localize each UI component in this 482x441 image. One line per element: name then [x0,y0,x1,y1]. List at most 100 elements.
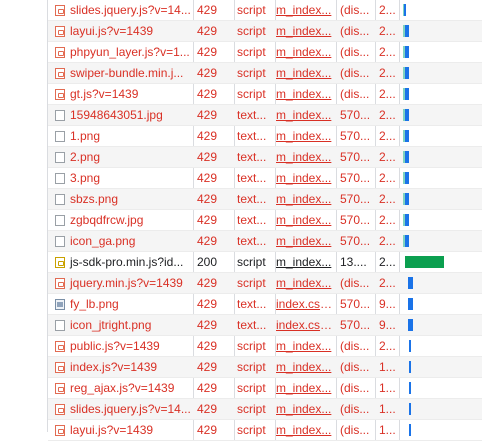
waterfall-bar-blue [409,361,411,373]
request-type: script [237,24,266,38]
request-name[interactable]: phpyun_layer.js?v=1... [48,42,193,62]
waterfall-bar-blue [408,319,413,331]
request-initiator-link[interactable]: m_index... [276,147,336,167]
request-row[interactable]: icon_ga.png 429 text... m_index... 570... 2..… [48,231,482,252]
request-name[interactable]: layui.js?v=1439 [48,21,193,41]
request-name[interactable]: 3.png [48,168,193,188]
request-row[interactable]: gt.js?v=1439 429 script m_index... (dis... 2.… [48,84,482,105]
request-row[interactable]: fy_lb.png 429 text... index.css... 570... 9..… [48,294,482,315]
request-initiator-link[interactable]: m_index... [276,84,336,104]
request-initiator-link[interactable]: m_index... [276,420,336,440]
request-name[interactable]: public.js?v=1439 [48,336,193,356]
request-status: 429 [197,423,218,437]
request-type: text... [237,192,267,206]
request-initiator-link[interactable]: index.css... [276,315,336,335]
request-waterfall [400,378,482,398]
request-waterfall [400,168,482,188]
request-initiator-link[interactable]: m_index... [276,126,336,146]
request-name[interactable]: icon_ga.png [48,231,193,251]
request-initiator-link[interactable]: m_index... [276,399,336,419]
network-request-table: slides.jquery.js?v=14... 429 script m_index… [48,0,482,441]
request-row[interactable]: sbzs.png 429 text... m_index... 570... 2... [48,189,482,210]
request-waterfall [400,399,482,419]
request-initiator-link[interactable]: m_index... [276,231,336,251]
request-name[interactable]: index.js?v=1439 [48,357,193,377]
request-row[interactable]: 1.png 429 text... m_index... 570... 2... [48,126,482,147]
request-name[interactable]: gt.js?v=1439 [48,84,193,104]
request-status: 429 [197,108,218,122]
request-waterfall [400,147,482,167]
request-name[interactable]: 15948643051.jpg [48,105,193,125]
request-row[interactable]: index.js?v=1439 429 script m_index... (dis..… [48,357,482,378]
request-time: 9... [379,297,396,311]
request-waterfall [400,126,482,146]
request-name[interactable]: 1.png [48,126,193,146]
request-initiator-link[interactable]: m_index... [276,168,336,188]
request-name[interactable]: zgbqdfrcw.jpg [48,210,193,230]
request-size: 570... [340,234,371,248]
waterfall-bar-blue [409,340,411,352]
request-name[interactable]: jquery.min.js?v=1439 [48,273,193,293]
request-row[interactable]: 3.png 429 text... m_index... 570... 2... [48,168,482,189]
request-row[interactable]: public.js?v=1439 429 script m_index... (dis.… [48,336,482,357]
request-type: script [237,423,266,437]
request-status: 429 [197,192,218,206]
request-initiator-link[interactable]: m_index... [276,42,336,62]
request-status: 429 [197,297,218,311]
request-row[interactable]: icon_jtright.png 429 text... index.css... 57… [48,315,482,336]
waterfall-bar-green [405,256,444,268]
request-time: 2... [379,276,396,290]
request-row[interactable]: 15948643051.jpg 429 text... m_index... 570..… [48,105,482,126]
request-name[interactable]: js-sdk-pro.min.js?id... [48,252,193,272]
request-type: text... [237,171,267,185]
waterfall-bar-blue [409,424,411,436]
request-row[interactable]: slides.jquery.js?v=14... 429 script m_index… [48,0,482,21]
request-size: 570... [340,108,371,122]
request-name[interactable]: layui.js?v=1439 [48,420,193,440]
request-size: 570... [340,129,371,143]
request-row[interactable]: zgbqdfrcw.jpg 429 text... m_index... 570... 2… [48,210,482,231]
request-initiator-link[interactable]: m_index... [276,105,336,125]
request-initiator-link[interactable]: m_index... [276,336,336,356]
request-row[interactable]: layui.js?v=1439 429 script m_index... (dis..… [48,420,482,441]
request-initiator-link[interactable]: index.css... [276,294,336,314]
waterfall-bar-blue [409,403,411,415]
request-initiator-link[interactable]: m_index... [276,21,336,41]
request-name[interactable]: swiper-bundle.min.j... [48,63,193,83]
request-size: (dis... [340,381,370,395]
request-status: 429 [197,3,218,17]
request-row[interactable]: slides.jquery.js?v=14... 429 script m_index… [48,399,482,420]
request-initiator-link[interactable]: m_index... [276,63,336,83]
request-row[interactable]: swiper-bundle.min.j... 429 script m_index..… [48,63,482,84]
request-name[interactable]: slides.jquery.js?v=14... [48,0,193,20]
request-size: 570... [340,192,371,206]
request-row[interactable]: js-sdk-pro.min.js?id... 200 script m_index.… [48,252,482,273]
request-row[interactable]: layui.js?v=1439 429 script m_index... (dis..… [48,21,482,42]
request-row[interactable]: jquery.min.js?v=1439 429 script m_index... (… [48,273,482,294]
request-name[interactable]: sbzs.png [48,189,193,209]
request-row[interactable]: reg_ajax.js?v=1439 429 script m_index... (di… [48,378,482,399]
request-name[interactable]: reg_ajax.js?v=1439 [48,378,193,398]
request-initiator-link[interactable]: m_index... [276,210,336,230]
request-initiator-link[interactable]: m_index... [276,378,336,398]
request-row[interactable]: 2.png 429 text... m_index... 570... 2... [48,147,482,168]
request-waterfall [400,273,482,293]
request-waterfall [400,210,482,230]
request-name[interactable]: icon_jtright.png [48,315,193,335]
request-initiator-link[interactable]: m_index... [276,189,336,209]
request-name[interactable]: fy_lb.png [48,294,193,314]
request-name[interactable]: 2.png [48,147,193,167]
request-initiator-link[interactable]: m_index... [276,0,336,20]
request-initiator-link[interactable]: m_index... [276,357,336,377]
request-row[interactable]: phpyun_layer.js?v=1... 429 script m_index..… [48,42,482,63]
request-initiator-link[interactable]: m_index... [276,273,336,293]
request-type: text... [237,297,267,311]
request-name[interactable]: slides.jquery.js?v=14... [48,399,193,419]
request-status: 429 [197,66,218,80]
waterfall-bar-blue [405,193,409,205]
request-time: 1... [379,360,396,374]
request-time: 2... [379,66,396,80]
request-initiator-link[interactable]: m_index... [276,252,336,272]
request-waterfall [400,105,482,125]
request-size: (dis... [340,339,370,353]
